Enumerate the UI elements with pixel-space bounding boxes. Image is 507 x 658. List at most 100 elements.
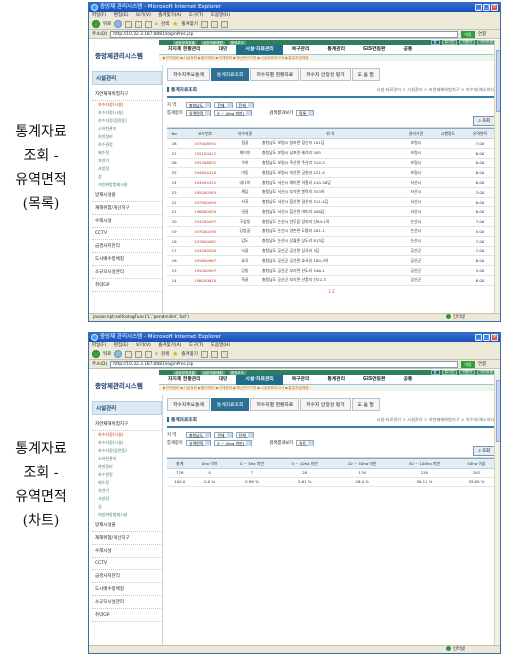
table-row[interactable]: 19 197000293 당방골 충청남도 논산시 양촌면 도평리 281-1 논산시 5… (167, 226, 496, 237)
tab-item[interactable]: 저수지주요통계 (167, 398, 210, 411)
menu-view[interactable]: 보기(V) (136, 13, 151, 18)
sidebar-sub-item[interactable]: 소하천관리 (92, 125, 162, 133)
nav-item[interactable]: 통계관리 (318, 375, 354, 385)
favorites-label[interactable]: 즐겨찾기 (181, 351, 198, 357)
address-input[interactable]: http://10.32.3.187:8081/loginProc.jsp (110, 360, 458, 368)
table-cell[interactable]: 154500500 (181, 246, 229, 257)
home-icon[interactable] (145, 20, 153, 28)
table-cell[interactable]: 154500497 (181, 216, 229, 228)
mail-icon[interactable] (210, 20, 218, 28)
nav-item[interactable]: 복구관리 (283, 45, 319, 55)
category-select[interactable]: 유역면적 (186, 109, 212, 116)
table-row[interactable]: 14 198000610 죽골 충청남도 공산군 부리면 산풍리 산22-3 공산군 6.… (167, 275, 496, 286)
pagination[interactable]: 1 2 (167, 289, 496, 294)
table-row[interactable]: 27 195100012 채이미 충청남도 보령시 남포면 제석리 505 보령시 6.0… (167, 148, 496, 159)
sidebar-sub-item[interactable]: 저방위방법제시설 (92, 511, 162, 519)
print-icon[interactable] (220, 20, 228, 28)
table-row[interactable]: 17 154500500 낙골 충청남도 공산군 공산면 삼곡리 3답 공산군 7.00 (167, 246, 496, 257)
sidebar-group[interactable]: 도시배수정체정 (92, 253, 162, 266)
sidebar-group[interactable]: 자연재해위험지구 (92, 88, 162, 101)
nav-item[interactable]: 대민 (210, 45, 237, 55)
table-cell[interactable]: 194804410 (181, 167, 229, 179)
sidebar-sub-item[interactable]: 자연기 (92, 157, 162, 165)
history-icon[interactable] (200, 350, 208, 358)
sidebar-sub-item[interactable]: 하천정비 (92, 133, 162, 141)
sidebar-sub-item[interactable]: 하수자정(시설) (92, 439, 162, 447)
range-select[interactable]: E ~ (0ha 미만) (214, 439, 253, 446)
tab-item[interactable]: 저수지주요통계 (167, 68, 210, 81)
sidebar-sub-item[interactable]: 하수자정(시설) (92, 109, 162, 117)
nav-item[interactable]: 통계관리 (318, 45, 354, 55)
table-row[interactable]: 26 195306831 우마 충청남도 보령시 주산면 주산리 314-3 보령시 6.… (167, 158, 496, 169)
sidebar-sub-item[interactable]: 섬 (92, 173, 162, 181)
close-icon[interactable]: × (491, 4, 498, 11)
util-user[interactable]: 사용자 (459, 39, 476, 46)
sidebar-group[interactable]: CCTV (92, 228, 162, 240)
sidebar-sub-item[interactable]: 하수관정 (92, 141, 162, 149)
vertical-scrollbar[interactable] (494, 40, 500, 313)
sidebar-group[interactable]: 방재시설물 (92, 519, 162, 532)
stop-icon[interactable] (125, 20, 133, 28)
maximize-icon[interactable]: □ (483, 4, 490, 11)
sidebar-group[interactable]: 급경사지관리 (92, 570, 162, 583)
sidebar-group[interactable]: 자연재해위험지구 (92, 418, 162, 431)
table-cell[interactable]: 194904432 (181, 177, 229, 188)
province-select[interactable]: 충청남도 (186, 431, 212, 438)
sub-nav[interactable]: ▶인력정비 ▶시설정비 ▶물자정비 ▶자재정비 ▶재난관리기관 ▶시설정비보고서… (159, 55, 500, 61)
menu-edit[interactable]: 편집(E) (114, 343, 129, 348)
close-icon[interactable]: × (491, 334, 498, 341)
sidebar-sub-item[interactable]: 소하천관리 (92, 455, 162, 463)
tab-item-active[interactable]: 통계자료조회 (210, 398, 250, 411)
sidebar-sub-item[interactable]: 배수정 (92, 479, 162, 487)
menu-help[interactable]: 도움말(H) (211, 13, 230, 18)
sidebar-sub-item[interactable]: 사방정 (92, 495, 162, 503)
refresh-icon[interactable] (135, 20, 143, 28)
vertical-scrollbar[interactable] (494, 370, 500, 645)
tab-item[interactable]: 저수지별 현황자료 (250, 398, 300, 411)
nav-item[interactable]: GIS연동환 (354, 45, 394, 55)
site-logo[interactable]: 중앙제관리시스템 (89, 40, 159, 65)
sidebar-group[interactable]: 재해위험/개선지구 (92, 202, 162, 215)
tab-item[interactable]: 저수지 안정성 평가 (300, 398, 351, 411)
town-select[interactable]: 전체 (235, 101, 254, 108)
search-icon[interactable]: ⌕ (155, 21, 158, 27)
site-logo[interactable]: 중앙제관리시스템 (89, 370, 159, 395)
refresh-icon[interactable] (135, 350, 143, 358)
sub-nav[interactable]: ▶인력정비 ▶시설정비 ▶물자정비 ▶자재정비 ▶재난관리기관 ▶시설정비보고서… (159, 385, 500, 391)
city-select[interactable]: 전체 (214, 101, 233, 108)
favorites-star-icon[interactable]: ★ (172, 350, 178, 358)
table-cell[interactable]: 196800059 (181, 206, 229, 218)
favorites-label[interactable]: 즐겨찾기 (181, 21, 198, 27)
sidebar-group[interactable]: 방재시설물 (92, 189, 162, 202)
sidebar-sub-item[interactable]: 자연기 (92, 487, 162, 495)
table-cell[interactable]: 197008591 (181, 138, 229, 149)
table-cell[interactable]: 195600967 (181, 255, 229, 267)
view-select[interactable]: 차트 (296, 439, 315, 446)
search-label[interactable]: 검색 (161, 21, 169, 27)
back-label[interactable]: 뒤로 (103, 351, 111, 357)
sidebar-sub-item[interactable]: 하수자정(읍면동) (92, 117, 162, 125)
go-button[interactable]: 이동 (461, 360, 475, 368)
sidebar-group[interactable]: 소규모시설관리 (92, 266, 162, 279)
table-row[interactable]: 15 195000907 당방 충청남도 공산군 부리면 신도리 546-1 공산군 5.… (167, 265, 496, 276)
links-label[interactable]: 연결 (478, 31, 500, 37)
sidebar-sub-item[interactable]: 하천정비 (92, 463, 162, 471)
back-arrow-icon[interactable] (92, 20, 100, 28)
forward-arrow-icon[interactable] (114, 20, 123, 28)
search-button[interactable]: ⌕ 조회 (473, 115, 495, 126)
table-cell[interactable]: 197900095 (181, 197, 229, 208)
table-row[interactable]: 21 196800059 냇골 충청남도 서산시 읍산면 여미리 408답 서산시 6.0… (167, 206, 496, 218)
menu-favorites[interactable]: 즐겨찾기(A) (158, 343, 181, 348)
sidebar-group[interactable]: 도시배수정체정 (92, 583, 162, 596)
search-label[interactable]: 검색 (161, 351, 169, 357)
search-button[interactable]: ⌕ 조회 (473, 445, 495, 456)
sidebar-sub-item[interactable]: 저방위방법제시설 (92, 181, 162, 189)
table-cell[interactable]: 195100012 (181, 148, 229, 159)
maximize-icon[interactable]: □ (483, 334, 490, 341)
minimize-icon[interactable]: _ (475, 334, 482, 341)
nav-item[interactable]: 자지제 현황관리 (159, 45, 210, 55)
table-cell[interactable]: 197000293 (181, 226, 229, 237)
sidebar-group[interactable]: 수해시설 (92, 215, 162, 228)
menu-file[interactable]: 파일(F) (92, 13, 106, 18)
sidebar-sub-item[interactable]: 하수관정 (92, 471, 162, 479)
